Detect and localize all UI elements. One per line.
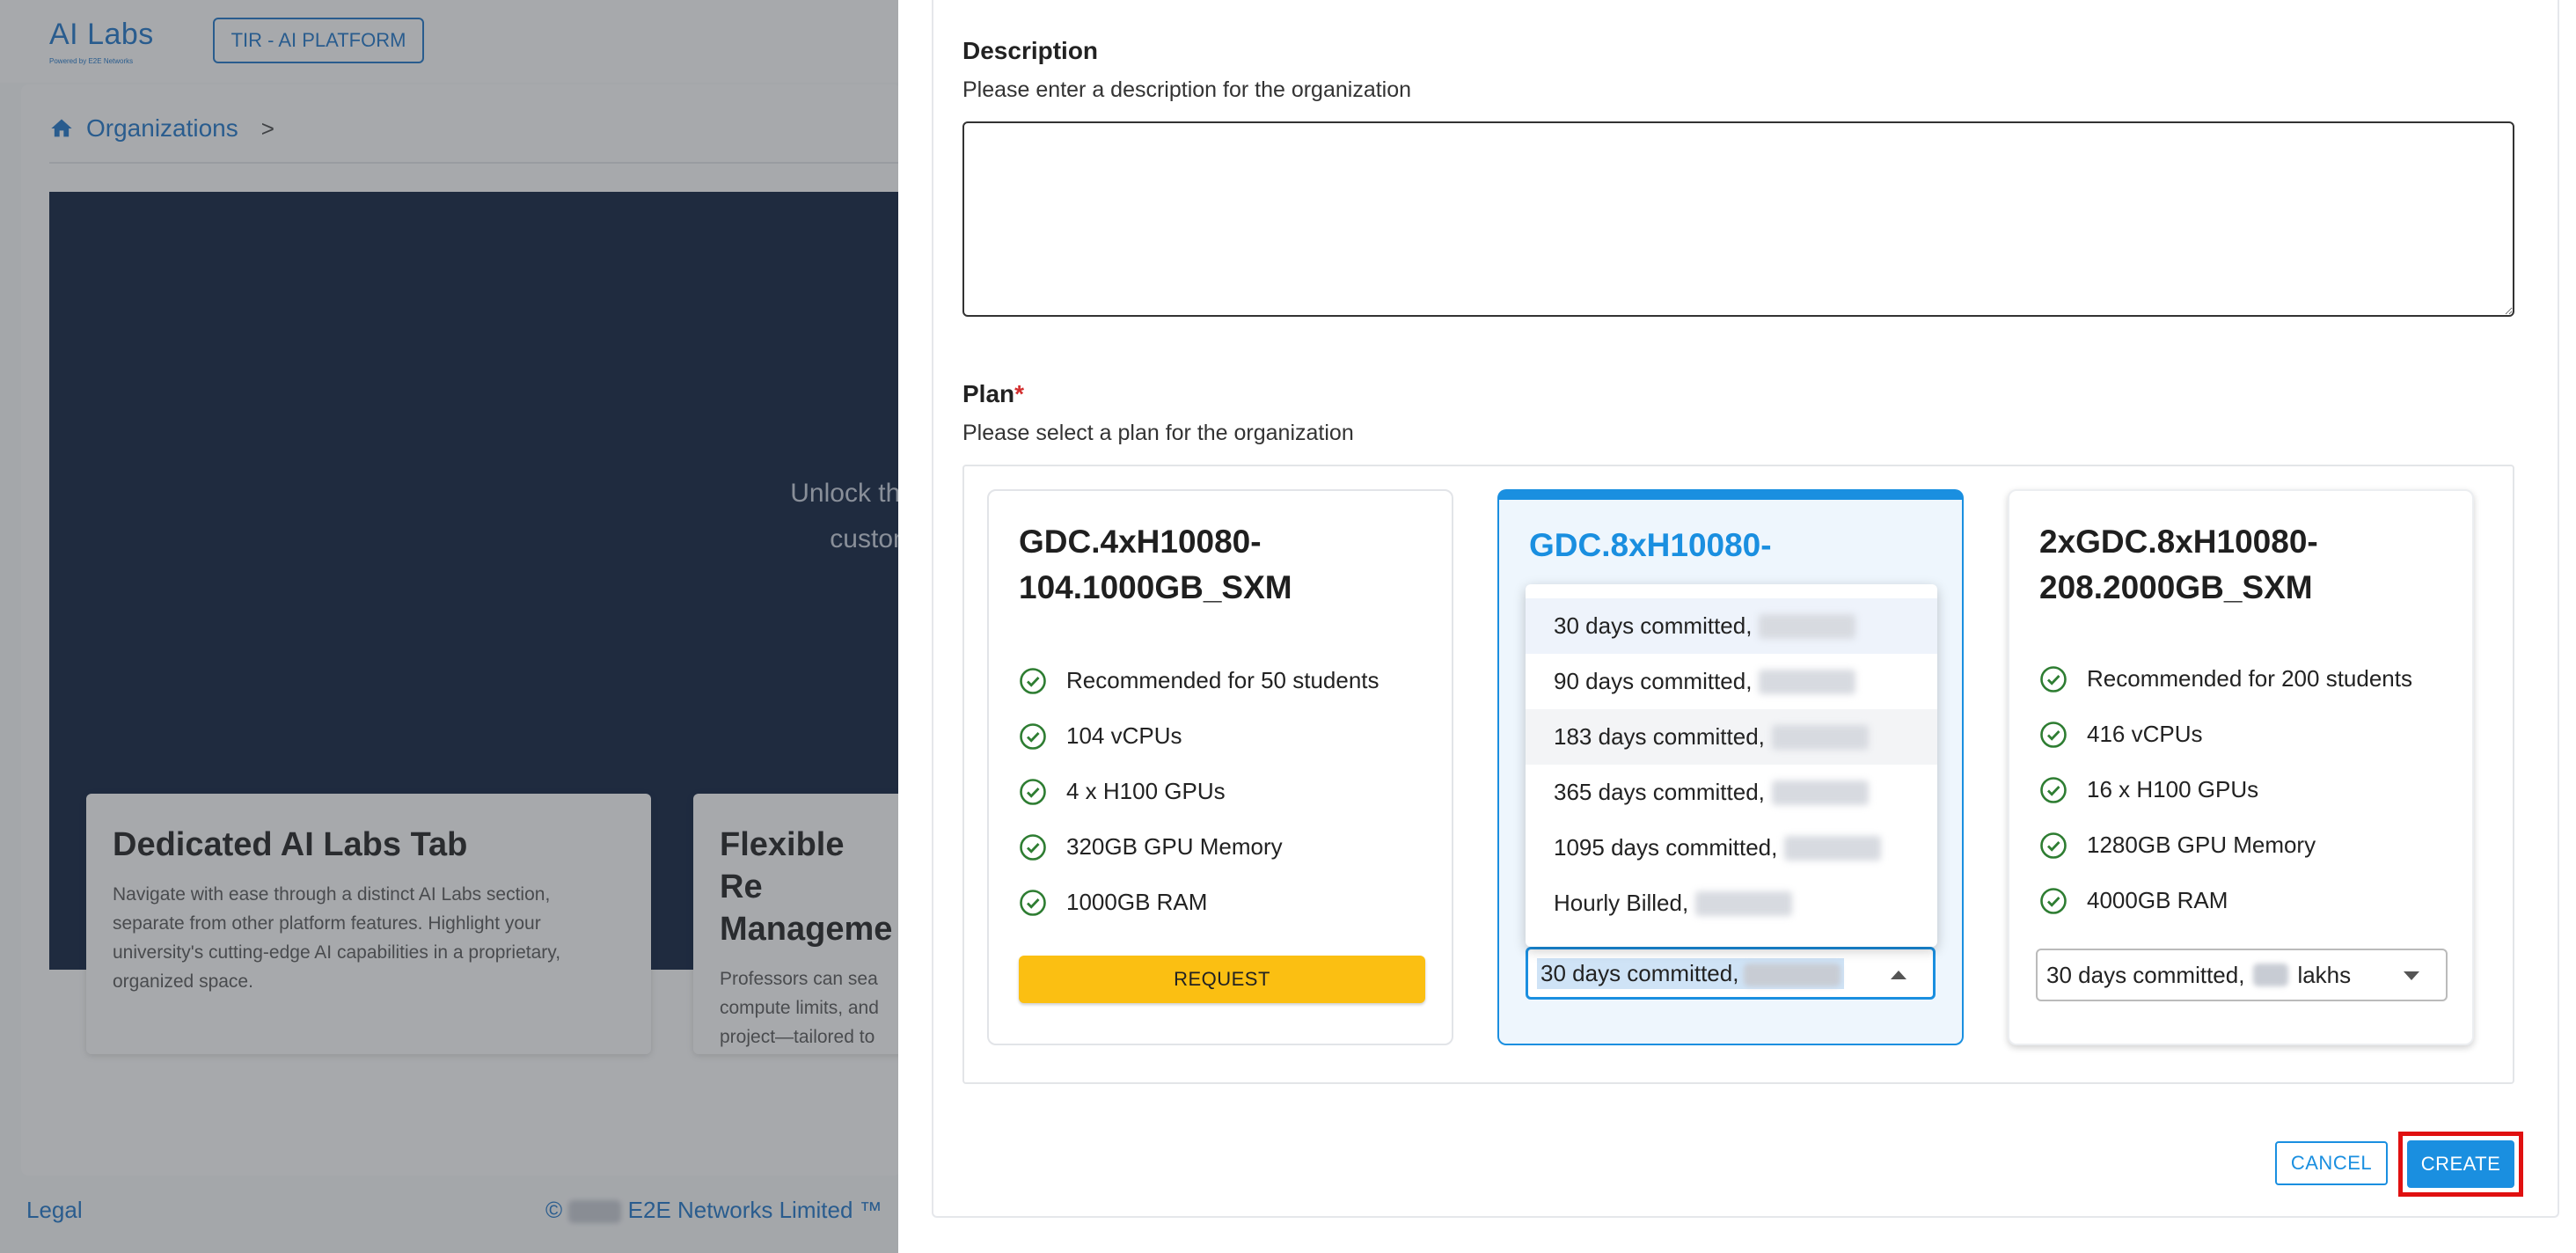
redacted-price	[1759, 669, 1856, 694]
plan-name: GDC.8xH10080-	[1529, 527, 1772, 563]
check-circle-icon	[2040, 721, 2067, 748]
plan-feature: 416 vCPUs	[2039, 707, 2412, 762]
billing-select-value: 30 days committed,	[1537, 957, 1845, 989]
plan-feature: Recommended for 50 students	[1019, 653, 1379, 708]
check-circle-icon	[1020, 667, 1046, 694]
billing-dropdown-menu: 30 days committed, 90 days committed, 18…	[1526, 584, 1937, 947]
option-label: 365 days committed,	[1554, 779, 1765, 805]
billing-select-open[interactable]: 30 days committed,	[1526, 947, 1936, 1000]
plan-title-text: Plan	[962, 380, 1015, 407]
option-label: 90 days committed,	[1554, 668, 1753, 694]
option-label: 1095 days committed,	[1554, 834, 1778, 861]
description-textarea[interactable]	[962, 121, 2514, 317]
dropdown-option[interactable]: 30 days committed,	[1526, 598, 1937, 654]
dropdown-option[interactable]: 183 days committed,	[1526, 709, 1937, 765]
check-circle-icon	[1020, 722, 1046, 750]
plan-title: Plan*	[962, 380, 1024, 408]
check-circle-icon	[1020, 833, 1046, 861]
billing-select[interactable]: 30 days committed, lakhs	[2036, 949, 2448, 1001]
plan-feature: 1000GB RAM	[1019, 875, 1379, 930]
check-circle-icon	[1020, 889, 1046, 916]
plan-feature: 16 x H100 GPUs	[2039, 762, 2412, 817]
plan-feature-text: 416 vCPUs	[2087, 721, 2203, 747]
plan-feature: 320GB GPU Memory	[1019, 819, 1379, 875]
chevron-down-icon	[2404, 971, 2419, 980]
redacted-price	[1744, 963, 1841, 986]
plan-feature-text: 1000GB RAM	[1066, 889, 1208, 915]
plan-feature: 4 x H100 GPUs	[1019, 764, 1379, 819]
option-label: 183 days committed,	[1554, 723, 1765, 750]
plan-feature-text: 1280GB GPU Memory	[2087, 832, 2316, 858]
option-label: Hourly Billed,	[1554, 890, 1689, 916]
create-button[interactable]: CREATE	[2407, 1140, 2514, 1188]
plan-features: Recommended for 200 students 416 vCPUs 1…	[2039, 651, 2412, 928]
plan-features: Recommended for 50 students 104 vCPUs 4 …	[1019, 653, 1379, 930]
plan-feature-text: 320GB GPU Memory	[1066, 833, 1283, 860]
plan-feature-text: Recommended for 50 students	[1066, 667, 1379, 693]
redacted-price	[1784, 835, 1882, 861]
plan-feature: 104 vCPUs	[1019, 708, 1379, 764]
check-circle-icon	[2040, 887, 2067, 914]
dropdown-option[interactable]: Hourly Billed,	[1526, 876, 1937, 931]
dropdown-option[interactable]: 90 days committed,	[1526, 654, 1937, 709]
modal-backdrop[interactable]	[0, 0, 898, 1253]
plan-name: 2xGDC.8xH10080-208.2000GB_SXM	[2039, 524, 2318, 605]
billing-select-text: 30 days committed,	[2046, 961, 2245, 988]
dropdown-option[interactable]: 365 days committed,	[1526, 765, 1937, 820]
dropdown-option[interactable]: 1095 days committed,	[1526, 820, 1937, 876]
plan-feature-text: 4 x H100 GPUs	[1066, 778, 1226, 804]
plan-feature: Recommended for 200 students	[2039, 651, 2412, 707]
plan-card[interactable]: GDC.4xH10080-104.1000GB_SXM Recommended …	[987, 489, 1453, 1045]
plan-feature-text: 104 vCPUs	[1066, 722, 1182, 749]
description-title: Description	[962, 37, 1099, 64]
plan-subtitle: Please select a plan for the organizatio…	[962, 421, 1354, 445]
check-circle-icon	[2040, 776, 2067, 803]
plan-feature-text: 4000GB RAM	[2087, 887, 2228, 913]
billing-select-text: 30 days committed,	[1540, 959, 1739, 986]
request-button[interactable]: REQUEST	[1019, 956, 1425, 1003]
redacted-price	[1771, 780, 1869, 805]
required-mark: *	[1014, 380, 1025, 407]
plan-feature-text: 16 x H100 GPUs	[2087, 776, 2259, 802]
redacted-price	[1771, 724, 1869, 750]
redacted-price	[1759, 613, 1856, 639]
redacted-price	[1695, 890, 1793, 916]
cancel-button[interactable]: CANCEL	[2275, 1141, 2388, 1185]
billing-select-suffix: lakhs	[2297, 961, 2352, 988]
plan-feature: 1280GB GPU Memory	[2039, 817, 2412, 873]
option-label: 30 days committed,	[1554, 612, 1753, 639]
description-subtitle: Please enter a description for the organ…	[962, 77, 1412, 102]
plan-name: GDC.4xH10080-104.1000GB_SXM	[1019, 524, 1292, 605]
plan-feature: 4000GB RAM	[2039, 873, 2412, 928]
plan-feature-text: Recommended for 200 students	[2087, 665, 2412, 692]
caret-up-icon	[1891, 971, 1906, 979]
check-circle-icon	[1020, 778, 1046, 805]
check-circle-icon	[2040, 832, 2067, 859]
check-circle-icon	[2040, 665, 2067, 692]
redacted-price	[2253, 964, 2289, 986]
